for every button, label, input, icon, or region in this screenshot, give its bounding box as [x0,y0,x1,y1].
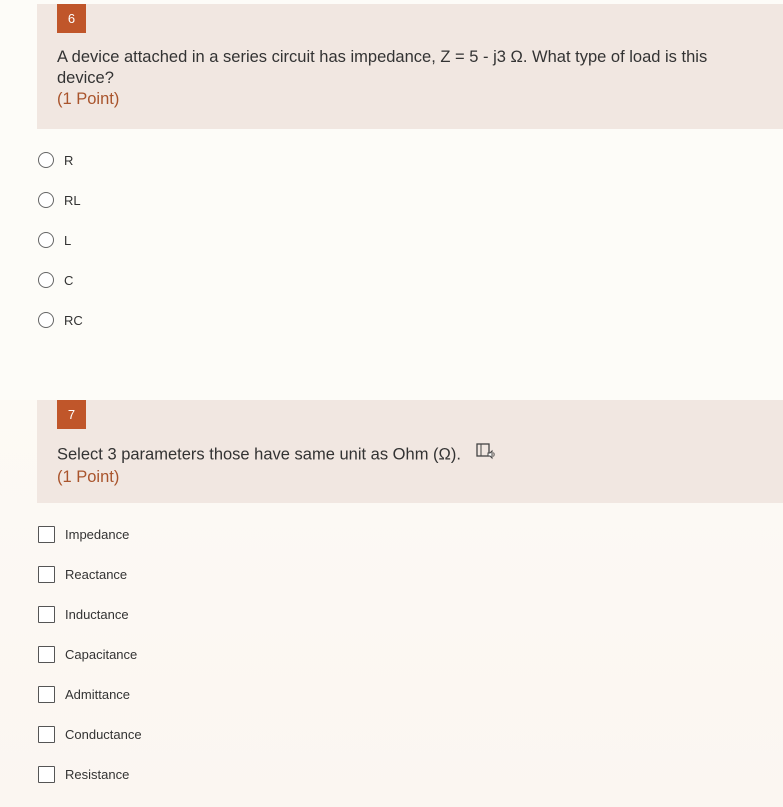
option-label: Admittance [65,686,131,702]
question-text: A device attached in a series circuit ha… [57,48,708,87]
option-label: Conductance [65,726,142,742]
question-number-badge: 7 [57,400,86,429]
question-points: (1 Point) [57,468,120,486]
question-6-header: 6 A device attached in a series circuit … [37,4,783,129]
checkbox[interactable] [38,685,55,703]
radio-option-c[interactable]: C [38,270,73,290]
radio-button[interactable] [38,192,54,208]
question-text-block: Select 3 parameters those have same unit… [57,443,747,488]
option-label: RL [64,192,81,208]
option-label: C [64,272,74,288]
option-label: L [64,232,72,248]
checkbox-option-capacitance[interactable]: Capacitance [38,644,137,664]
option-label: Capacitance [65,646,138,662]
checkbox-option-admittance[interactable]: Admittance [38,684,130,704]
question-points: (1 Point) [57,90,120,108]
radio-option-rc[interactable]: RC [38,310,83,330]
checkbox-option-conductance[interactable]: Conductance [38,724,142,744]
checkbox[interactable] [38,765,55,783]
radio-option-rl[interactable]: RL [38,190,81,210]
checkbox[interactable] [38,645,55,663]
checkbox-option-reactance[interactable]: Reactance [38,564,127,584]
radio-button[interactable] [38,232,54,248]
question-7-header: 7 Select 3 parameters those have same un… [37,400,783,503]
immersive-reader-icon[interactable] [475,442,496,466]
checkbox-option-resistance[interactable]: Resistance [38,764,129,784]
checkbox[interactable] [38,725,55,743]
radio-button[interactable] [38,152,54,168]
checkbox[interactable] [38,605,55,623]
option-label: R [64,152,74,168]
checkbox[interactable] [38,525,55,543]
option-label: Inductance [65,606,129,622]
checkbox-option-inductance[interactable]: Inductance [38,604,129,624]
radio-button[interactable] [38,272,54,288]
option-label: Resistance [65,766,130,782]
option-label: Impedance [65,526,130,542]
option-label: RC [64,312,83,328]
question-text-block: A device attached in a series circuit ha… [57,47,747,110]
question-number-badge: 6 [57,4,86,33]
radio-button[interactable] [38,312,54,328]
checkbox[interactable] [38,565,55,583]
radio-option-l[interactable]: L [38,230,71,250]
question-text: Select 3 parameters those have same unit… [57,445,461,464]
checkbox-option-impedance[interactable]: Impedance [38,524,129,544]
option-label: Reactance [65,566,128,582]
radio-option-r[interactable]: R [38,150,73,170]
